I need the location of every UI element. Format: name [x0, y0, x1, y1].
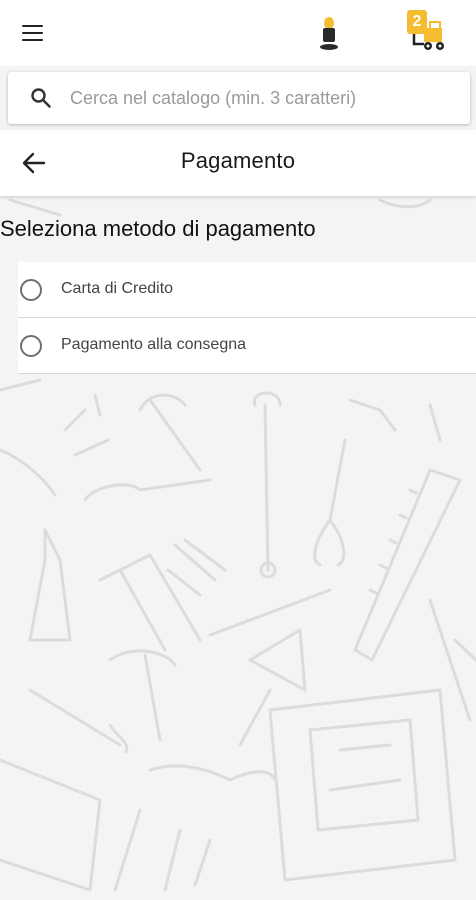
brand-logo-icon [320, 17, 338, 50]
payment-options-list: Carta di Credito Pagamento alla consegna [18, 262, 476, 374]
search-bar [8, 72, 470, 124]
top-app-bar: 2 [0, 0, 476, 66]
page-header: Pagamento [0, 130, 476, 196]
app-screen: 2 Pagamento Seleziona metodo di pagament… [0, 0, 476, 900]
payment-option-credit-card[interactable]: Carta di Credito [18, 262, 476, 318]
payment-option-label: Pagamento alla consegna [61, 336, 247, 353]
search-icon[interactable] [30, 87, 52, 109]
hamburger-menu-icon[interactable] [18, 20, 48, 46]
radio-button[interactable] [20, 335, 42, 357]
payment-method-heading: Seleziona metodo di pagamento [0, 216, 316, 241]
radio-button[interactable] [20, 279, 42, 301]
search-input[interactable] [70, 82, 450, 114]
payment-option-cash-on-delivery[interactable]: Pagamento alla consegna [18, 318, 476, 374]
cart-button[interactable]: 2 [404, 8, 454, 52]
cart-count-badge: 2 [407, 10, 427, 34]
payment-option-label: Carta di Credito [61, 280, 174, 297]
page-title: Pagamento [180, 148, 296, 173]
